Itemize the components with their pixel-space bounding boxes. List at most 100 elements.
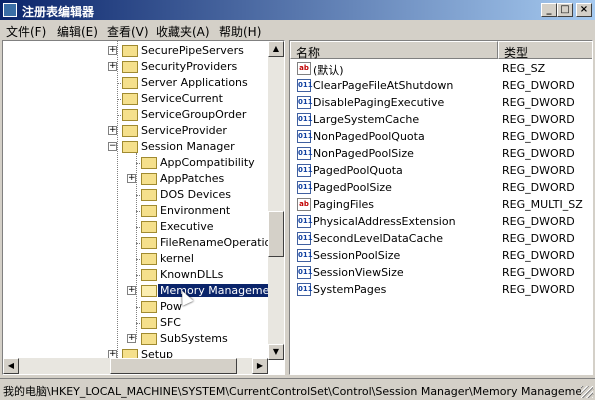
value-type: REG_DWORD <box>502 79 575 92</box>
tree-item-label: KnownDLLs <box>160 268 224 281</box>
tree-item-label: AppCompatibility <box>160 156 255 169</box>
folder-icon <box>122 77 138 89</box>
tree-item[interactable]: ServiceGroupOrder <box>3 107 268 123</box>
menu-help[interactable]: 帮助(H) <box>219 23 261 40</box>
expand-plus-icon[interactable]: + <box>108 126 117 135</box>
minimize-button[interactable]: _ <box>541 3 557 17</box>
folder-icon <box>122 109 138 121</box>
folder-icon <box>141 301 157 313</box>
tree-item[interactable]: DOS Devices <box>3 187 268 203</box>
regedit-app-icon[interactable] <box>3 3 17 17</box>
value-row[interactable]: 011 PagedPoolQuota REG_DWORD <box>290 162 590 179</box>
menu-view[interactable]: 查看(V) <box>107 23 149 40</box>
tree-hscroll-thumb[interactable] <box>110 358 237 374</box>
expand-plus-icon[interactable]: + <box>108 62 117 71</box>
value-row[interactable]: 011 NonPagedPoolSize REG_DWORD <box>290 145 590 162</box>
tree-item[interactable]: + ServiceProvider <box>3 123 268 139</box>
maximize-button[interactable]: □ <box>557 3 573 17</box>
menu-edit[interactable]: 编辑(E) <box>57 23 98 40</box>
tree-item[interactable]: Pow <box>3 299 268 315</box>
menu-bar: 文件(F) 编辑(E) 查看(V) 收藏夹(A) 帮助(H) <box>0 20 595 40</box>
column-header-name[interactable]: 名称 <box>290 41 498 60</box>
menu-favorites[interactable]: 收藏夹(A) <box>156 23 210 40</box>
close-button[interactable]: × <box>576 3 592 17</box>
value-row[interactable]: 011 NonPagedPoolQuota REG_DWORD <box>290 128 590 145</box>
value-type: REG_DWORD <box>502 130 575 143</box>
tree-item[interactable]: SFC <box>3 315 268 331</box>
key-tree-pane[interactable]: + SecurePipeServers + SecurityProviders Serv… <box>2 40 285 375</box>
value-row[interactable]: ab PagingFiles REG_MULTI_SZ <box>290 196 590 213</box>
tree-horizontal-scrollbar[interactable]: ◀ ▶ <box>3 358 268 374</box>
tree-item[interactable]: AppCompatibility <box>3 155 268 171</box>
value-type: REG_DWORD <box>502 96 575 109</box>
tree-item[interactable]: ServiceCurrent <box>3 91 268 107</box>
tree-item[interactable]: + Memory Management <box>3 283 283 299</box>
value-row[interactable]: 011 SessionViewSize REG_DWORD <box>290 264 590 281</box>
collapse-minus-icon[interactable]: − <box>108 142 117 151</box>
tree-item-label: SecurityProviders <box>141 60 238 73</box>
resize-grip-icon[interactable] <box>581 386 593 398</box>
binary-value-icon: 011 <box>297 215 313 228</box>
folder-icon <box>122 93 138 105</box>
binary-value-icon: 011 <box>297 249 313 262</box>
string-value-icon: ab <box>297 198 311 211</box>
tree-item-label: ServiceProvider <box>141 124 227 137</box>
title-bar[interactable]: 注册表编辑器 _ □ × <box>0 0 595 20</box>
value-type: REG_DWORD <box>502 181 575 194</box>
binary-value-icon: 011 <box>297 113 313 126</box>
scroll-right-arrow-icon[interactable]: ▶ <box>252 358 268 374</box>
expand-plus-icon[interactable]: + <box>127 286 136 295</box>
value-type: REG_DWORD <box>502 147 575 160</box>
value-row[interactable]: ab (默认) REG_SZ <box>290 60 590 77</box>
binary-value-icon: 011 <box>297 181 313 194</box>
value-name: SessionPoolSize <box>313 249 401 262</box>
tree-vertical-scrollbar[interactable]: ▲ ▼ <box>268 41 284 360</box>
status-key-path: 我的电脑\HKEY_LOCAL_MACHINE\SYSTEM\CurrentCo… <box>3 385 594 398</box>
value-row[interactable]: 011 LargeSystemCache REG_DWORD <box>290 111 590 128</box>
tree-vscroll-thumb[interactable] <box>268 211 284 257</box>
value-row[interactable]: 011 PagedPoolSize REG_DWORD <box>290 179 590 196</box>
expand-plus-icon[interactable]: + <box>108 46 117 55</box>
tree-item[interactable]: FileRenameOperations <box>3 235 284 251</box>
tree-item-label: FileRenameOperations <box>160 236 284 249</box>
value-name: SystemPages <box>313 283 387 296</box>
binary-value-icon: 011 <box>297 79 313 92</box>
folder-icon <box>141 253 157 265</box>
expand-plus-icon[interactable]: + <box>127 174 136 183</box>
tree-item[interactable]: + SecurityProviders <box>3 59 268 75</box>
value-row[interactable]: 011 DisablePagingExecutive REG_DWORD <box>290 94 590 111</box>
tree-item[interactable]: − Session Manager <box>3 139 268 155</box>
value-row[interactable]: 011 SystemPages REG_DWORD <box>290 281 590 298</box>
value-row[interactable]: 011 PhysicalAddressExtension REG_DWORD <box>290 213 590 230</box>
value-row[interactable]: 011 SessionPoolSize REG_DWORD <box>290 247 590 264</box>
tree-item[interactable]: kernel <box>3 251 268 267</box>
tree-item[interactable]: Server Applications <box>3 75 268 91</box>
tree-item-label: kernel <box>160 252 194 265</box>
tree-item[interactable]: Executive <box>3 219 268 235</box>
tree-item[interactable]: Environment <box>3 203 268 219</box>
tree-item-label: SubSystems <box>160 332 228 345</box>
value-type: REG_DWORD <box>502 232 575 245</box>
open-folder-icon <box>141 285 157 297</box>
tree-item[interactable]: + SecurePipeServers <box>3 43 268 59</box>
tree-item[interactable]: + AppPatches <box>3 171 268 187</box>
tree-item-label: ServiceGroupOrder <box>141 108 247 121</box>
value-name: PagedPoolQuota <box>313 164 403 177</box>
tree-item[interactable]: + SubSystems <box>3 331 268 347</box>
scroll-up-arrow-icon[interactable]: ▲ <box>268 41 284 57</box>
binary-value-icon: 011 <box>297 266 313 279</box>
tree-item[interactable]: KnownDLLs <box>3 267 268 283</box>
menu-file[interactable]: 文件(F) <box>6 23 46 40</box>
value-type: REG_DWORD <box>502 215 575 228</box>
scroll-down-arrow-icon[interactable]: ▼ <box>268 344 284 360</box>
expand-plus-icon[interactable]: + <box>127 334 136 343</box>
value-row[interactable]: 011 ClearPageFileAtShutdown REG_DWORD <box>290 77 590 94</box>
tree-item-label: DOS Devices <box>160 188 231 201</box>
folder-icon <box>122 141 138 153</box>
column-header-type[interactable]: 类型 <box>498 41 592 60</box>
value-name: PagingFiles <box>313 198 375 211</box>
value-list-pane[interactable]: 名称 类型 ab (默认) REG_SZ 011 ClearPageFileAtShut… <box>289 40 593 375</box>
value-type: REG_DWORD <box>502 113 575 126</box>
value-row[interactable]: 011 SecondLevelDataCache REG_DWORD <box>290 230 590 247</box>
scroll-left-arrow-icon[interactable]: ◀ <box>3 358 19 374</box>
